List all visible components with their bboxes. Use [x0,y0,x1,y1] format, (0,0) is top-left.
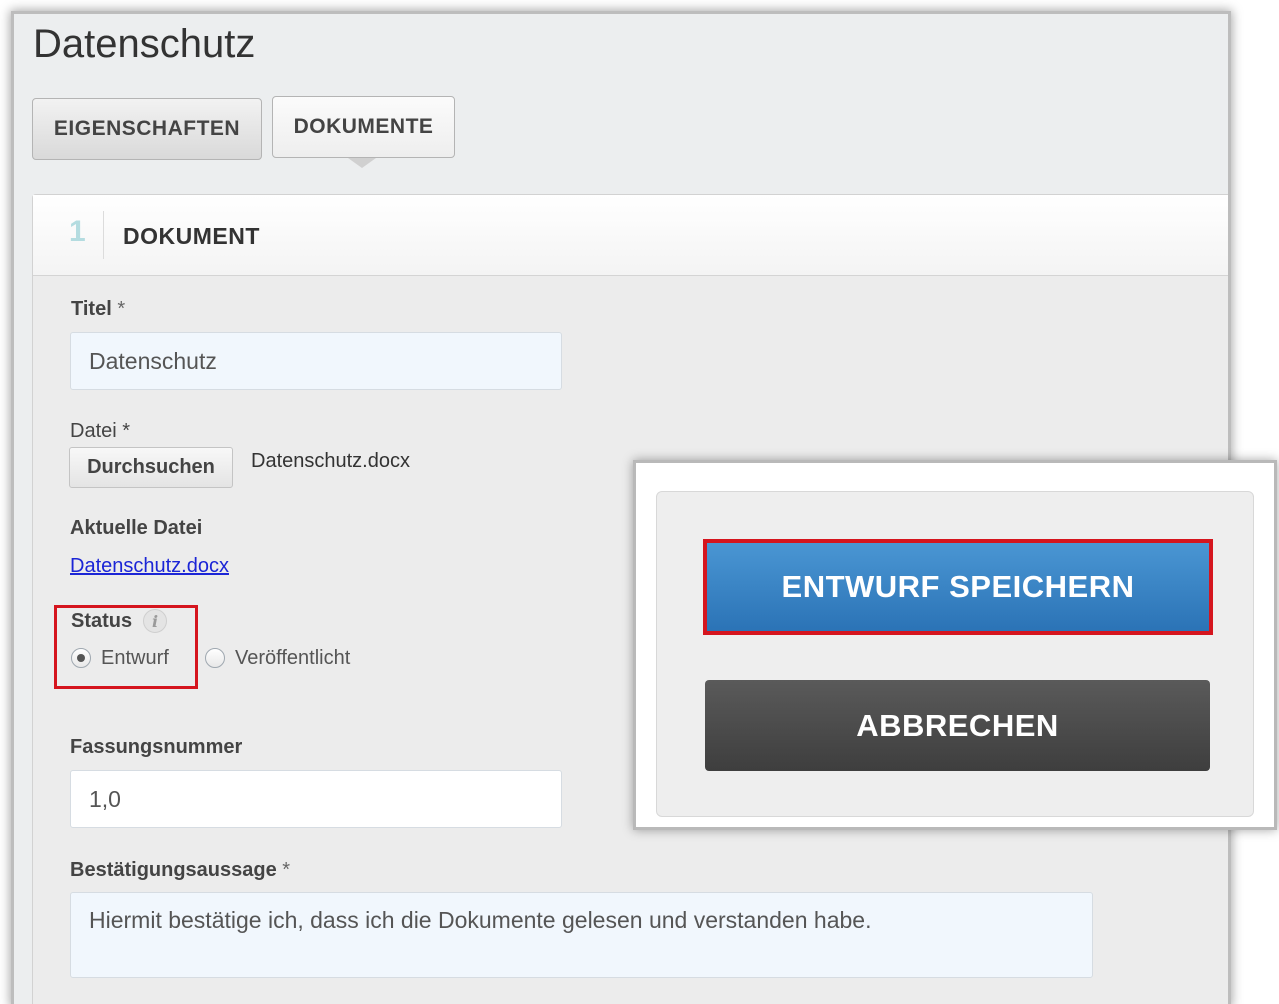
cancel-button[interactable]: ABBRECHEN [705,680,1210,771]
status-option-entwurf-label: Entwurf [101,647,169,669]
title-label-text: Titel [71,298,112,320]
page-title: Datenschutz [33,22,256,66]
status-option-veroeffentlicht-label: Veröffentlicht [235,647,351,669]
active-tab-indicator [348,158,376,168]
file-required-mark: * [122,420,131,442]
title-input[interactable]: Datenschutz [70,332,562,390]
title-label: Titel * [71,298,125,321]
save-draft-button[interactable]: ENTWURF SPEICHERN [703,539,1213,635]
file-label: Datei * [70,420,130,443]
tab-eigenschaften[interactable]: EIGENSCHAFTEN [32,98,262,160]
browse-button[interactable]: Durchsuchen [69,447,233,488]
section-divider [103,211,104,259]
title-required-mark: * [117,298,126,320]
confirmation-textarea[interactable]: Hiermit bestätige ich, dass ich die Doku… [70,892,1093,978]
current-file-link[interactable]: Datenschutz.docx [70,555,229,578]
tab-dokumente[interactable]: DOKUMENTE [272,96,455,158]
section-number: 1 [69,215,86,248]
section-title: DOKUMENT [123,223,260,249]
section-header: 1 DOKUMENT [33,195,1228,276]
action-panel-zoom: ENTWURF SPEICHERN ABBRECHEN [636,463,1274,827]
version-input[interactable]: 1,0 [70,770,562,828]
file-label-text: Datei [70,420,117,442]
status-radio-entwurf[interactable] [71,648,91,668]
confirmation-required-mark: * [282,859,291,881]
selected-file-name: Datenschutz.docx [251,450,410,472]
confirmation-label: Bestätigungsaussage * [70,859,290,882]
status-label: Status [71,610,133,632]
status-radio-veroeffentlicht[interactable] [205,648,225,668]
info-icon[interactable]: i [143,609,167,633]
action-panel: ENTWURF SPEICHERN ABBRECHEN [656,491,1254,817]
current-file-label: Aktuelle Datei [70,517,203,539]
confirmation-label-text: Bestätigungsaussage [70,859,277,881]
version-label: Fassungsnummer [70,736,243,758]
